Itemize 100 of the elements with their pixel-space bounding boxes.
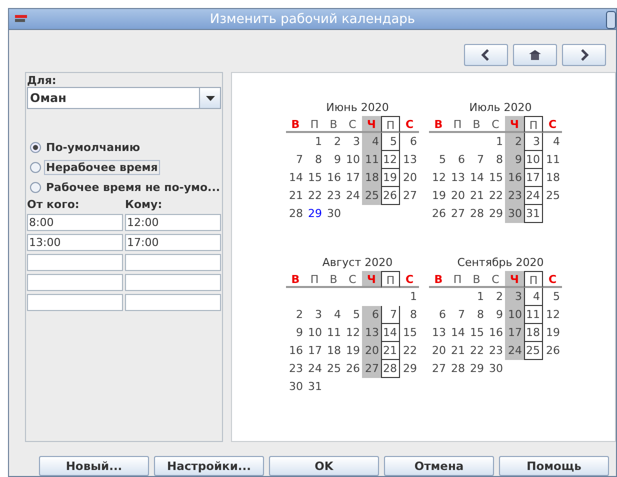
time-field[interactable]: 13:00 (27, 234, 123, 251)
day-cell[interactable]: 1 (400, 288, 419, 306)
day-cell[interactable]: 27 (429, 360, 448, 378)
day-cell[interactable]: 23 (324, 187, 343, 205)
time-field[interactable] (125, 254, 221, 271)
day-cell[interactable]: 7 (467, 151, 486, 169)
day-cell[interactable]: 17 (305, 342, 324, 360)
day-cell[interactable]: 16 (286, 342, 305, 360)
day-cell[interactable]: 20 (362, 342, 381, 360)
radio-label[interactable]: Нерабочее время (44, 160, 160, 175)
time-field[interactable]: 8:00 (27, 214, 123, 231)
day-cell[interactable]: 13 (429, 324, 448, 342)
day-cell[interactable]: 15 (305, 169, 324, 187)
close-button[interactable] (606, 11, 616, 29)
day-cell[interactable]: 23 (486, 342, 505, 360)
day-cell[interactable]: 16 (486, 324, 505, 342)
day-cell[interactable]: 9 (324, 151, 343, 169)
day-cell[interactable]: 4 (362, 133, 381, 151)
home-button[interactable] (513, 44, 557, 66)
day-cell[interactable]: 21 (286, 187, 305, 205)
day-cell[interactable]: 31 (305, 378, 324, 396)
day-cell[interactable]: 18 (524, 324, 543, 342)
day-cell[interactable]: 27 (362, 360, 381, 378)
radio-button[interactable] (30, 182, 41, 193)
day-cell[interactable]: 8 (305, 151, 324, 169)
day-cell[interactable]: 1 (486, 133, 505, 151)
radio-label[interactable]: По-умолчанию (44, 140, 142, 155)
day-cell[interactable]: 10 (524, 151, 543, 169)
day-cell[interactable]: 29 (467, 360, 486, 378)
day-cell[interactable]: 14 (381, 324, 400, 342)
time-field[interactable]: 17:00 (125, 234, 221, 251)
day-cell[interactable]: 8 (400, 306, 419, 324)
day-cell[interactable]: 3 (505, 288, 524, 306)
day-cell[interactable]: 28 (467, 205, 486, 223)
day-cell[interactable]: 21 (381, 342, 400, 360)
day-cell[interactable]: 18 (543, 169, 562, 187)
day-cell[interactable]: 3 (524, 133, 543, 151)
day-cell[interactable]: 24 (505, 342, 524, 360)
day-cell[interactable]: 10 (343, 151, 362, 169)
day-cell[interactable]: 6 (448, 151, 467, 169)
day-cell[interactable]: 5 (343, 306, 362, 324)
next-button[interactable] (562, 44, 606, 66)
day-cell[interactable]: 25 (524, 342, 543, 360)
day-cell[interactable]: 5 (543, 288, 562, 306)
day-cell[interactable]: 14 (467, 169, 486, 187)
day-cell[interactable]: 1 (467, 288, 486, 306)
day-cell[interactable]: 24 (305, 360, 324, 378)
day-cell[interactable]: 7 (448, 306, 467, 324)
day-cell[interactable]: 27 (448, 205, 467, 223)
day-cell[interactable]: 5 (429, 151, 448, 169)
dialog-button[interactable]: Помощь (499, 456, 609, 476)
day-cell[interactable]: 30 (486, 360, 505, 378)
day-cell[interactable]: 4 (524, 288, 543, 306)
day-cell[interactable]: 19 (429, 187, 448, 205)
day-cell[interactable]: 21 (448, 342, 467, 360)
day-cell[interactable]: 17 (524, 169, 543, 187)
day-cell[interactable]: 26 (429, 205, 448, 223)
day-cell[interactable]: 18 (362, 169, 381, 187)
day-cell[interactable]: 28 (286, 205, 305, 223)
time-field[interactable] (27, 254, 123, 271)
day-cell[interactable]: 22 (486, 187, 505, 205)
day-cell[interactable]: 4 (543, 133, 562, 151)
day-cell[interactable]: 12 (429, 169, 448, 187)
day-cell[interactable]: 29 (305, 205, 324, 223)
day-cell[interactable]: 15 (486, 169, 505, 187)
day-cell[interactable]: 13 (448, 169, 467, 187)
radio-label[interactable]: Рабочее время не по-умо... (44, 180, 222, 195)
day-cell[interactable]: 20 (400, 169, 419, 187)
day-cell[interactable]: 10 (305, 324, 324, 342)
day-cell[interactable]: 16 (324, 169, 343, 187)
day-cell[interactable]: 3 (305, 306, 324, 324)
day-cell[interactable]: 29 (400, 360, 419, 378)
day-cell[interactable]: 2 (324, 133, 343, 151)
day-cell[interactable]: 11 (524, 306, 543, 324)
day-cell[interactable]: 11 (324, 324, 343, 342)
day-cell[interactable]: 13 (362, 324, 381, 342)
day-cell[interactable]: 27 (400, 187, 419, 205)
day-cell[interactable]: 30 (324, 205, 343, 223)
day-cell[interactable]: 8 (486, 151, 505, 169)
day-cell[interactable]: 23 (505, 187, 524, 205)
day-cell[interactable]: 2 (286, 306, 305, 324)
day-cell[interactable]: 19 (543, 324, 562, 342)
day-cell[interactable]: 11 (543, 151, 562, 169)
day-cell[interactable]: 6 (362, 306, 381, 324)
day-cell[interactable]: 14 (286, 169, 305, 187)
day-cell[interactable]: 19 (381, 169, 400, 187)
day-cell[interactable]: 4 (324, 306, 343, 324)
day-cell[interactable]: 23 (286, 360, 305, 378)
dialog-button[interactable]: Настройки... (154, 456, 264, 476)
day-cell[interactable]: 2 (486, 288, 505, 306)
time-field[interactable]: 12:00 (125, 214, 221, 231)
day-cell[interactable]: 7 (381, 306, 400, 324)
day-cell[interactable]: 3 (343, 133, 362, 151)
day-cell[interactable]: 26 (543, 342, 562, 360)
time-field[interactable] (125, 294, 221, 311)
day-cell[interactable]: 7 (286, 151, 305, 169)
radio-button[interactable] (30, 142, 41, 153)
day-cell[interactable]: 12 (381, 151, 400, 169)
day-cell[interactable]: 12 (543, 306, 562, 324)
radio-button[interactable] (30, 162, 41, 173)
